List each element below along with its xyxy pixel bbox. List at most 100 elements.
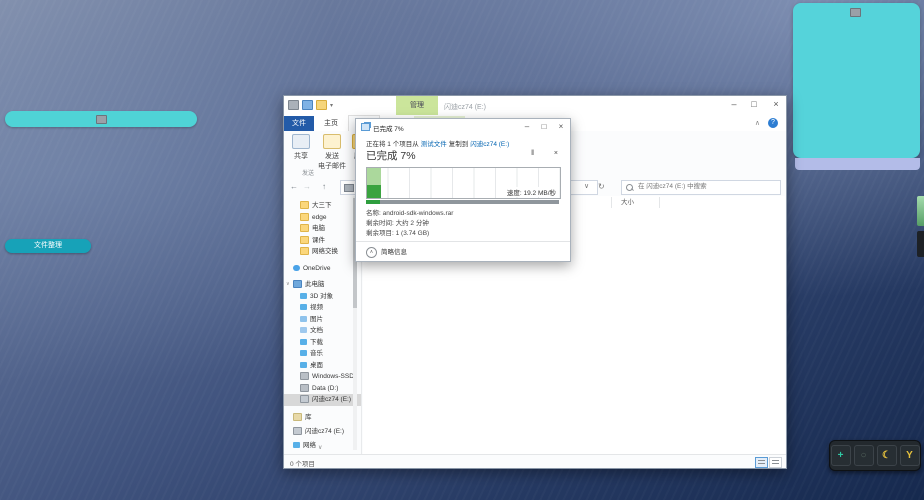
- drive-icon[interactable]: [288, 100, 299, 110]
- sidebar-item-0[interactable]: 大三下: [284, 200, 361, 212]
- speed-rate-fill: [367, 184, 381, 198]
- picture-icon: [300, 315, 307, 322]
- edge-widget-dark[interactable]: [917, 231, 924, 257]
- column-separator: [611, 197, 612, 208]
- destination-link[interactable]: 闪迪cz74 (E:): [470, 141, 509, 148]
- collapse-ribbon-icon[interactable]: ∧: [755, 119, 760, 127]
- sidebar-item-label: 电脑: [312, 225, 325, 232]
- sidebar-item-label: 音乐: [310, 350, 323, 357]
- sidebar-item-2[interactable]: 电脑: [284, 223, 361, 235]
- share-button[interactable]: 共享: [286, 134, 316, 161]
- sidebar-item-8[interactable]: 视频: [284, 302, 361, 314]
- mini-window-icon: [850, 8, 861, 17]
- copy-details: 名称: android-sdk-windows.rar 剩余时间: 大约 2 分…: [366, 209, 453, 239]
- sidebar-item-label: 闪迪cz74 (E:): [305, 428, 345, 435]
- sidebar-item-label: OneDrive: [303, 264, 331, 272]
- sidebar-item-15[interactable]: Data (D:): [284, 383, 361, 395]
- sidebar-item-5[interactable]: OneDrive: [284, 263, 361, 275]
- percent-heading: 已完成 7%: [366, 150, 416, 162]
- large-icons-view-button[interactable]: [769, 457, 782, 468]
- sidebar-item-label: 此电脑: [305, 281, 325, 288]
- sidebar-item-9[interactable]: 图片: [284, 314, 361, 326]
- sidebar-item-1[interactable]: edge: [284, 212, 361, 224]
- speed-label: 速度: 19.2 MB/秒: [504, 187, 558, 197]
- sidebar-item-label: 课件: [312, 236, 325, 244]
- dialog-close-button[interactable]: ×: [554, 122, 568, 131]
- search-box[interactable]: [621, 180, 781, 195]
- dialog-maximize-button[interactable]: □: [537, 122, 551, 131]
- tab-home[interactable]: 主页: [316, 116, 346, 131]
- details-view-button[interactable]: [755, 457, 768, 468]
- sidebar-item-18[interactable]: 闪迪cz74 (E:): [284, 426, 361, 438]
- qat-dropdown-icon[interactable]: ▾: [330, 102, 333, 109]
- edge-widget-green[interactable]: [917, 196, 924, 226]
- tab-file[interactable]: 文件: [284, 116, 314, 131]
- sidebar-item-19[interactable]: 网络: [284, 440, 361, 452]
- title-bar[interactable]: ▾ 管理 闪迪cz74 (E:) – □ ×: [284, 96, 786, 115]
- move-icon[interactable]: +: [830, 445, 851, 466]
- sidebar-item-label: Windows-SSD: [312, 373, 354, 380]
- usb-icon: [293, 427, 302, 436]
- teal-overlay-bar[interactable]: [5, 111, 197, 127]
- share-icon: [292, 134, 310, 149]
- dialog-title: 已完成 7%: [373, 126, 404, 133]
- email-button[interactable]: 发送 电子邮件: [316, 134, 348, 171]
- floating-toolbar: + ○ ☾ Y: [829, 440, 921, 471]
- sidebar-item-17[interactable]: 库: [284, 412, 361, 424]
- translate-app-icon[interactable]: Y: [899, 445, 920, 466]
- sidebar-item-label: 图片: [310, 315, 323, 323]
- new-folder-icon[interactable]: [316, 100, 327, 110]
- properties-icon[interactable]: [302, 100, 313, 110]
- back-icon[interactable]: ←: [290, 182, 298, 191]
- desktop-icon: [300, 361, 307, 368]
- mini-window-icon: [96, 115, 107, 124]
- ribbon-group-label: 发送: [302, 171, 315, 177]
- help-icon[interactable]: ?: [768, 118, 778, 128]
- background-window-strip: [795, 158, 920, 170]
- items-left-line: 剩余项目: 1 (3.74 GB): [366, 230, 430, 237]
- time-left-line: 剩余时间: 大约 2 分钟: [366, 220, 429, 227]
- file-organize-button[interactable]: 文件整理: [5, 239, 91, 253]
- document-icon: [300, 327, 307, 334]
- items-count: 0 个项目: [290, 461, 315, 468]
- network-icon: [293, 441, 300, 448]
- address-dropdown-icon[interactable]: ∨: [584, 182, 589, 190]
- sidebar-item-11[interactable]: 下载: [284, 337, 361, 349]
- search-icon: [626, 184, 633, 191]
- source-link[interactable]: 测试文件: [421, 141, 447, 148]
- sidebar-item-3[interactable]: 课件: [284, 235, 361, 247]
- status-bar: 0 个项目: [284, 454, 786, 468]
- night-mode-icon[interactable]: ☾: [876, 445, 897, 466]
- sidebar-item-13[interactable]: 桌面: [284, 360, 361, 372]
- close-button[interactable]: ×: [768, 99, 784, 109]
- pause-button[interactable]: ‖: [531, 150, 534, 157]
- search-input[interactable]: [636, 182, 780, 191]
- fewer-details-toggle[interactable]: ∧ 简略信息: [366, 246, 407, 258]
- refresh-icon[interactable]: ↻: [598, 182, 605, 191]
- record-icon[interactable]: ○: [853, 445, 874, 466]
- window-title: 闪迪cz74 (E:): [444, 104, 487, 111]
- folder-icon: [300, 201, 309, 210]
- column-size[interactable]: 大小: [621, 196, 634, 209]
- sidebar-item-7[interactable]: 3D 对象: [284, 291, 361, 303]
- teal-side-panel[interactable]: [793, 3, 920, 158]
- minimize-button[interactable]: –: [726, 99, 742, 109]
- dialog-minimize-button[interactable]: –: [520, 122, 534, 131]
- sidebar-item-14[interactable]: Windows-SSD: [284, 371, 361, 383]
- sidebar-item-16[interactable]: 闪迪cz74 (E:): [284, 394, 361, 406]
- maximize-button[interactable]: □: [746, 99, 762, 109]
- sidebar-item-label: Data (D:): [312, 384, 339, 392]
- dialog-title-bar[interactable]: 已完成 7% – □ ×: [356, 119, 570, 134]
- sidebar-item-6[interactable]: ∨ 此电脑: [284, 279, 361, 291]
- copy-progress-dialog: 已完成 7% – □ × 正在将 1 个项目从 测试文件 复制到 闪迪cz74 (E:…: [355, 118, 571, 262]
- manage-context-tab[interactable]: 管理: [396, 96, 438, 115]
- forward-icon[interactable]: →: [303, 182, 311, 191]
- chevron-up-icon: ∧: [366, 246, 377, 258]
- up-icon[interactable]: ↑: [322, 182, 326, 191]
- sidebar-item-10[interactable]: 文档: [284, 325, 361, 337]
- sidebar-item-4[interactable]: 网络交换: [284, 246, 361, 258]
- divider: [356, 241, 570, 242]
- cancel-copy-button[interactable]: ×: [554, 150, 558, 157]
- chevron-down-icon[interactable]: ∨: [286, 279, 290, 291]
- sidebar-item-12[interactable]: 音乐: [284, 348, 361, 360]
